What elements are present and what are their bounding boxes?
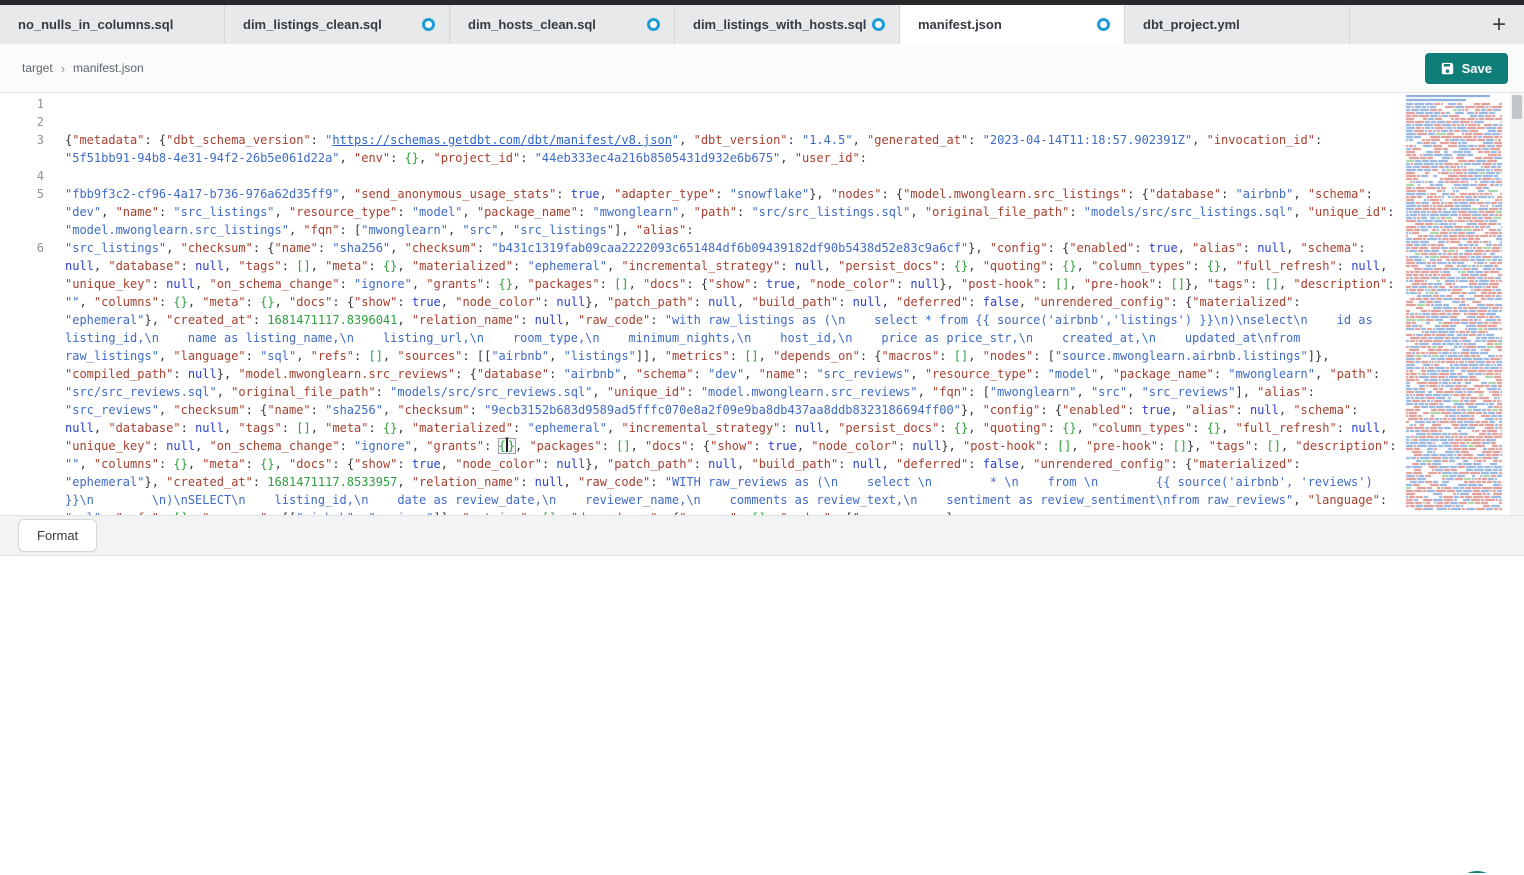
tab-label: dim_hosts_clean.sql <box>468 17 596 32</box>
tab-label: no_nulls_in_columns.sql <box>18 17 173 32</box>
breadcrumb-file: manifest.json <box>73 61 144 75</box>
save-button-label: Save <box>1462 61 1492 76</box>
code-content[interactable]: 123{"metadata": {"dbt_schema_version": "… <box>0 95 1400 515</box>
tab-bar-filler: + <box>1350 5 1524 44</box>
editor-minimap[interactable] <box>1404 93 1508 515</box>
code-line[interactable]: 4 <box>0 167 1400 185</box>
save-button[interactable]: Save <box>1425 53 1508 84</box>
tabs-container: no_nulls_in_columns.sql dim_listings_clea… <box>0 5 1350 44</box>
tab-dim-listings-with-hosts-sql[interactable]: dim_listings_with_hosts.sql <box>675 5 900 44</box>
breadcrumb: target › manifest.json <box>22 61 144 76</box>
line-number: 3 <box>0 131 65 149</box>
line-text[interactable]: {"metadata": {"dbt_schema_version": "htt… <box>65 131 1400 167</box>
line-text[interactable]: "fbb9f3c2-cf96-4a17-b736-976a62d35ff9", … <box>65 185 1400 239</box>
format-button[interactable]: Format <box>18 519 97 552</box>
collapsed-bottom-panel <box>0 556 1524 873</box>
code-line[interactable]: 5"fbb9f3c2-cf96-4a17-b736-976a62d35ff9",… <box>0 185 1400 239</box>
editor-scrollbar[interactable] <box>1510 93 1524 515</box>
file-header-bar: target › manifest.json Save <box>0 44 1524 93</box>
line-number: 2 <box>0 113 65 131</box>
scrollbar-thumb[interactable] <box>1512 95 1522 119</box>
editor-tool-strip: Format <box>0 515 1524 556</box>
line-text[interactable] <box>65 95 1400 113</box>
code-editor[interactable]: 123{"metadata": {"dbt_schema_version": "… <box>0 93 1524 515</box>
tab-dim-hosts-clean-sql[interactable]: dim_hosts_clean.sql <box>450 5 675 44</box>
line-text[interactable] <box>65 113 1400 131</box>
line-number: 1 <box>0 95 65 113</box>
unsaved-changes-dot-icon[interactable] <box>647 18 660 31</box>
tab-label: dim_listings_clean.sql <box>243 17 382 32</box>
breadcrumb-folder: target <box>22 61 53 75</box>
line-number: 5 <box>0 185 65 203</box>
tab-label: manifest.json <box>918 17 1002 32</box>
tab-manifest-json[interactable]: manifest.json <box>900 5 1125 44</box>
unsaved-changes-dot-icon[interactable] <box>422 18 435 31</box>
unsaved-changes-dot-icon[interactable] <box>872 18 885 31</box>
line-text[interactable] <box>65 167 1400 185</box>
line-number: 4 <box>0 167 65 185</box>
tab-dim-listings-clean-sql[interactable]: dim_listings_clean.sql <box>225 5 450 44</box>
tab-label: dbt_project.yml <box>1143 17 1240 32</box>
editor-tab-bar: no_nulls_in_columns.sql dim_listings_clea… <box>0 5 1524 44</box>
save-icon <box>1441 62 1454 75</box>
help-chat-bubble-button[interactable] <box>1453 871 1501 873</box>
line-text[interactable]: "src_listings", "checksum": {"name": "sh… <box>65 239 1400 515</box>
chevron-right-icon: › <box>61 61 65 76</box>
tab-no-nulls-in-columns-sql[interactable]: no_nulls_in_columns.sql <box>0 5 225 44</box>
code-line[interactable]: 3{"metadata": {"dbt_schema_version": "ht… <box>0 131 1400 167</box>
line-number: 6 <box>0 239 65 257</box>
unsaved-changes-dot-icon[interactable] <box>1097 18 1110 31</box>
code-line[interactable]: 2 <box>0 113 1400 131</box>
tab-dbt-project-yml[interactable]: dbt_project.yml <box>1125 5 1350 44</box>
new-tab-button[interactable]: + <box>1486 13 1512 37</box>
code-line[interactable]: 6"src_listings", "checksum": {"name": "s… <box>0 239 1400 515</box>
tab-label: dim_listings_with_hosts.sql <box>693 17 866 32</box>
code-line[interactable]: 1 <box>0 95 1400 113</box>
